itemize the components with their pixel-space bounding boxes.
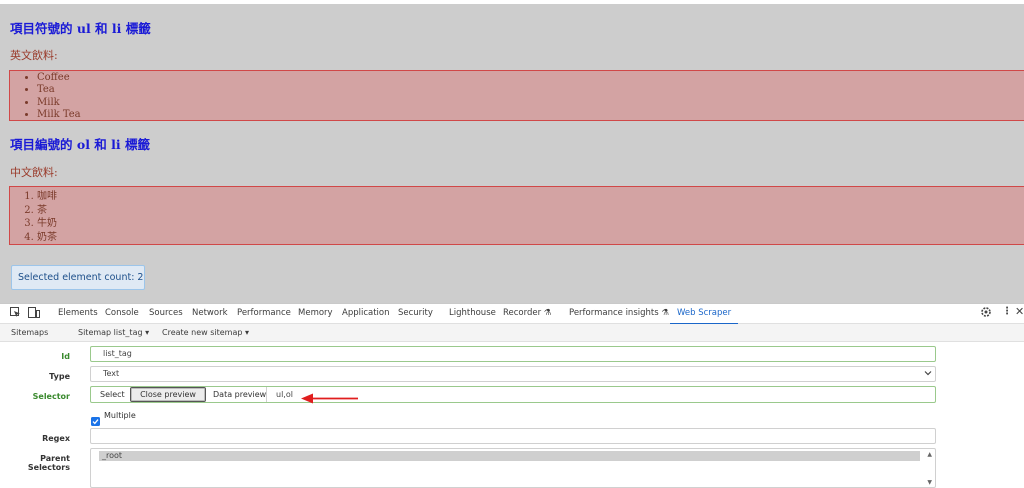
more-options-icon[interactable]: ⋮ [1002, 306, 1012, 317]
parent-option-root[interactable]: _root [99, 451, 920, 461]
nav-sitemap-list-tag[interactable]: Sitemap list_tag ▾ [78, 324, 149, 341]
red-arrow-annotation [300, 389, 360, 408]
tab-console[interactable]: Console [105, 304, 139, 323]
regex-input[interactable] [90, 428, 936, 444]
tab-network[interactable]: Network [192, 304, 228, 323]
parent-selectors-list[interactable]: _root ▲ ▼ [90, 448, 936, 488]
close-preview-button[interactable]: Close preview [130, 387, 206, 402]
devtools-tabbar: Elements Console Sources Network Perform… [0, 304, 1024, 325]
tab-memory[interactable]: Memory [298, 304, 333, 323]
tab-lighthouse[interactable]: Lighthouse [449, 304, 496, 323]
ul-highlight-box[interactable]: Coffee Tea Milk Milk Tea [9, 70, 1024, 121]
tab-performance-insights[interactable]: Performance insights ⚗ [569, 304, 669, 323]
multiple-label: Multiple [104, 411, 136, 420]
selected-count-badge: Selected element count: 2 [11, 265, 145, 290]
top-strip [0, 0, 1024, 4]
tab-sources[interactable]: Sources [149, 304, 183, 323]
list-item: Tea [37, 84, 1024, 96]
list-item: Coffee [37, 72, 1024, 84]
settings-gear-icon[interactable] [980, 306, 992, 321]
chevron-down-icon [924, 367, 932, 384]
selector-input[interactable]: ul,ol [276, 390, 293, 399]
devtools-panel: Elements Console Sources Network Perform… [0, 303, 1024, 488]
scraper-navbar: Sitemaps Sitemap list_tag ▾ Create new s… [0, 324, 1024, 342]
nav-sitemaps[interactable]: Sitemaps [11, 324, 48, 341]
ul-caption: 英文飲料: [10, 49, 58, 62]
tab-application[interactable]: Application [342, 304, 390, 323]
ul-heading: 項目符號的 ul 和 li 標籤 [10, 21, 151, 36]
list-item: 咖啡 [37, 190, 1024, 204]
scroll-down-icon[interactable]: ▼ [927, 479, 932, 486]
device-toolbar-icon[interactable] [28, 307, 40, 321]
list-item: 奶茶 [37, 231, 1024, 245]
list-item: 牛奶 [37, 217, 1024, 231]
type-select[interactable]: Text [90, 366, 936, 382]
selector-label: Selector [32, 392, 70, 401]
type-label: Type [49, 372, 70, 381]
ol-heading: 項目編號的 ol 和 li 標籤 [10, 137, 150, 152]
select-button[interactable]: Select [100, 390, 125, 399]
tab-security[interactable]: Security [398, 304, 433, 323]
close-devtools-icon[interactable]: ✕ [1015, 305, 1024, 318]
list-item: Milk Tea [37, 109, 1024, 121]
tab-recorder[interactable]: Recorder ⚗ [503, 304, 551, 323]
selector-divider [266, 387, 267, 402]
ol-caption: 中文飲料: [10, 166, 58, 179]
tab-web-scraper[interactable]: Web Scraper [670, 304, 739, 325]
id-label: Id [61, 352, 70, 361]
tab-performance[interactable]: Performance [237, 304, 291, 323]
id-input[interactable]: list_tag [90, 346, 936, 362]
type-select-value: Text [103, 369, 120, 378]
inspect-element-icon[interactable] [10, 307, 21, 321]
scroll-up-icon[interactable]: ▲ [927, 451, 932, 458]
ol-highlight-box[interactable]: 咖啡 茶 牛奶 奶茶 [9, 186, 1024, 245]
list-item: Milk [37, 97, 1024, 109]
parent-selectors-label: Parent Selectors [27, 454, 70, 472]
list-item: 茶 [37, 204, 1024, 218]
nav-create-sitemap[interactable]: Create new sitemap ▾ [162, 324, 249, 341]
tab-elements[interactable]: Elements [58, 304, 98, 323]
ol-list: 咖啡 茶 牛奶 奶茶 [10, 187, 1024, 244]
ul-list: Coffee Tea Milk Milk Tea [10, 71, 1024, 121]
data-preview-button[interactable]: Data preview [213, 390, 266, 399]
regex-label: Regex [42, 434, 70, 443]
page-preview: 項目符號的 ul 和 li 標籤 英文飲料: Coffee Tea Milk M… [0, 0, 1024, 303]
